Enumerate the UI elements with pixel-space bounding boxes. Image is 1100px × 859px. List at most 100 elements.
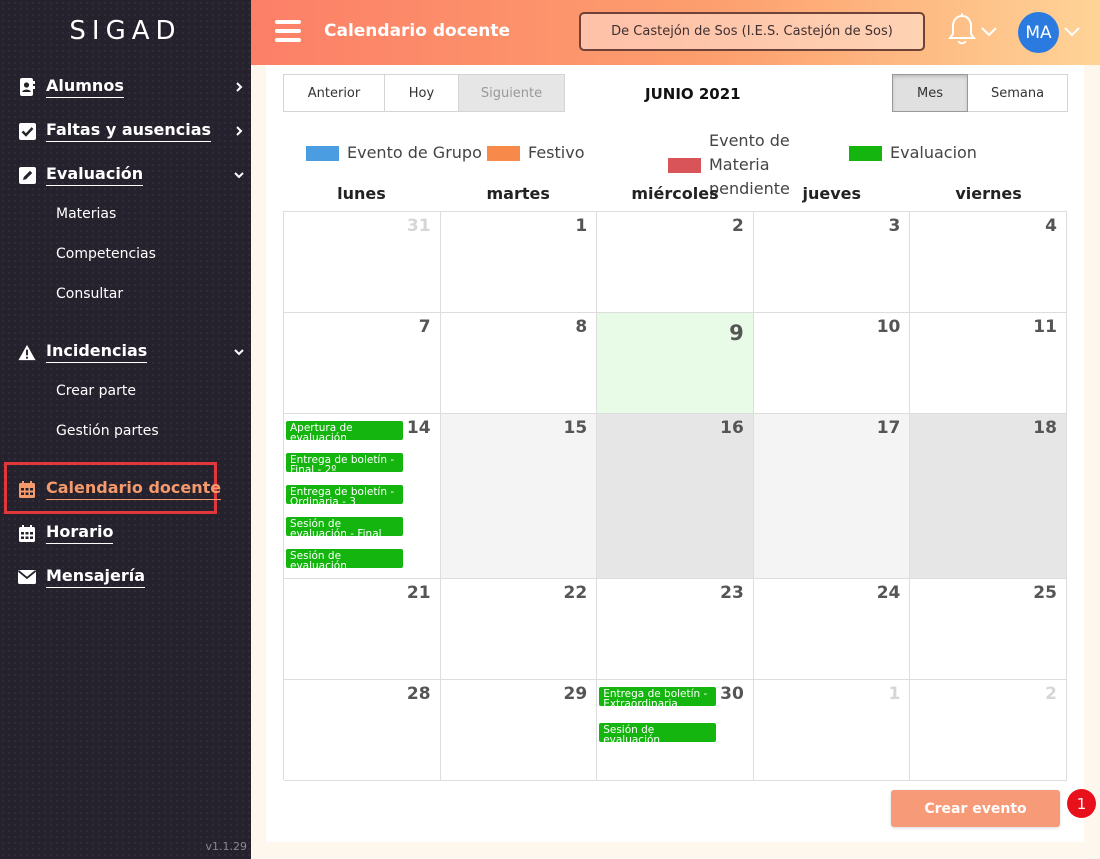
calendar-event[interactable]: Apertura de evaluación [286,421,403,440]
month-title: JUNIO 2021 [645,85,741,103]
day-cell[interactable]: 2 [910,680,1067,781]
day-cell[interactable]: 16 [597,414,754,579]
day-cell[interactable]: 23 [597,579,754,680]
legend-label: Evaluacion [890,143,977,162]
brand-logo: SIGAD [69,16,182,46]
weekday-header-row: lunes martes miércoles jueves viernes [283,184,1067,203]
week-view-button[interactable]: Semana [968,74,1068,112]
legend-label: Festivo [528,143,585,162]
day-number: 8 [575,317,588,337]
calendar-event[interactable]: Entrega de boletín - Final - 2º [286,453,403,472]
day-number: 29 [563,684,588,704]
sidebar-item-incidencias[interactable]: Incidencias [18,338,251,366]
day-cell[interactable]: 30 Entrega de boletín - Extraordinaria S… [597,680,754,781]
today-button[interactable]: Hoy [385,74,459,112]
sidebar-item-label: Horario [46,522,114,544]
sidebar-item-calendario-docente[interactable]: Calendario docente [18,475,222,503]
sidebar-item-label: Mensajería [46,566,145,588]
day-number: 18 [1033,418,1057,438]
day-number: 3 [888,216,901,236]
sidebar-item-faltas[interactable]: Faltas y ausencias [18,117,251,145]
day-number: 25 [1033,583,1057,603]
next-button[interactable]: Siguiente [459,74,565,112]
day-cell[interactable]: 24 [753,579,911,680]
day-number: 14 [406,418,431,438]
legend-swatch [668,157,701,173]
chevron-right-icon [236,126,243,136]
day-cell[interactable]: 29 [440,680,598,781]
day-number: 21 [406,583,431,603]
day-cell[interactable]: 4 [910,212,1067,313]
bell-icon[interactable] [948,13,976,47]
day-number: 15 [563,418,588,438]
app-version: v1.1.29 [205,840,248,853]
day-cell[interactable]: 31 [284,212,441,313]
prev-button[interactable]: Anterior [283,74,385,112]
page-title: Calendario docente [324,21,511,41]
day-number: 24 [876,583,901,603]
calendar-event[interactable]: Sesión de evaluación - Final [286,517,403,536]
day-number: 31 [406,216,431,236]
weekday-header: jueves [802,184,862,203]
day-cell[interactable]: 1 [440,212,598,313]
day-cell[interactable]: 11 [910,313,1067,414]
chevron-right-icon [236,82,243,92]
sidebar-item-label: Faltas y ausencias [46,120,212,142]
day-number: 9 [729,321,744,345]
day-cell[interactable]: 25 [910,579,1067,680]
day-number: 1 [888,684,901,704]
sidebar-item-alumnos[interactable]: Alumnos [18,73,251,101]
calendar-panel: Anterior Hoy Siguiente JUNIO 2021 Mes Se… [266,65,1096,842]
legend: Evento de Grupo Festivo Evento de Materi… [266,131,1084,198]
school-selector[interactable]: De Castejón de Sos (I.E.S. Castejón de S… [579,12,925,51]
calendar-icon [18,524,36,542]
calendar-event[interactable]: Sesión de evaluación [599,723,717,742]
day-cell[interactable]: 7 [284,313,441,414]
sidebar-subitem-consultar[interactable]: Consultar [56,286,123,302]
week-row: 28 29 30 Entrega de boletín - Extraordin… [284,680,1067,781]
avatar[interactable]: MA [1018,12,1059,53]
day-cell[interactable]: 1 [753,680,911,781]
calendar-icon [18,480,36,498]
sidebar-subitem-gestion-partes[interactable]: Gestión partes [56,423,159,439]
chevron-down-icon[interactable] [980,26,998,38]
calendar-event[interactable]: Entrega de boletín - Ordinaria - 3 [286,485,403,504]
day-number: 1 [575,216,588,236]
sidebar-subitem-materias[interactable]: Materias [56,206,116,222]
month-view-button[interactable]: Mes [892,74,968,112]
top-header: Calendario docente De Castejón de Sos (I… [251,0,1100,65]
calendar-event[interactable]: Entrega de boletín - Extraordinaria [599,687,717,706]
day-cell[interactable]: 21 [284,579,441,680]
day-cell[interactable]: 15 [440,414,598,579]
address-book-icon [18,78,36,96]
sidebar-subitem-competencias[interactable]: Competencias [56,246,156,262]
day-cell[interactable]: 8 [440,313,598,414]
day-number: 22 [563,583,588,603]
legend-label: Evento de Grupo [347,143,482,162]
day-cell[interactable]: 2 [597,212,754,313]
day-cell[interactable]: 10 [753,313,911,414]
day-number: 23 [720,583,744,603]
day-cell[interactable]: 28 [284,680,441,781]
day-cell[interactable]: 17 [753,414,911,579]
sidebar-item-horario[interactable]: Horario [18,519,114,547]
sidebar-subitem-crear-parte[interactable]: Crear parte [56,383,136,399]
legend-swatch [849,145,882,161]
edit-icon [18,166,36,184]
nav-button-group: Anterior Hoy Siguiente [283,74,565,112]
day-cell[interactable]: 18 [910,414,1067,579]
legend-swatch [306,145,339,161]
legend-item-evaluacion: Evaluacion [849,141,977,165]
day-cell[interactable]: 3 [753,212,911,313]
calendar-event[interactable]: Sesión de evaluación [286,549,403,568]
notification-badge: 1 [1067,789,1096,818]
day-number: 30 [720,684,744,704]
chevron-down-icon[interactable] [1063,26,1081,38]
sidebar-item-evaluacion[interactable]: Evaluación [18,161,251,189]
create-event-button[interactable]: Crear evento [891,790,1060,827]
day-cell[interactable]: 22 [440,579,598,680]
day-cell[interactable]: 14 Apertura de evaluación Entrega de bol… [284,414,441,579]
day-cell-today[interactable]: 9 [597,313,754,414]
hamburger-menu-icon[interactable] [275,20,301,42]
sidebar-item-mensajeria[interactable]: Mensajería [18,563,145,591]
